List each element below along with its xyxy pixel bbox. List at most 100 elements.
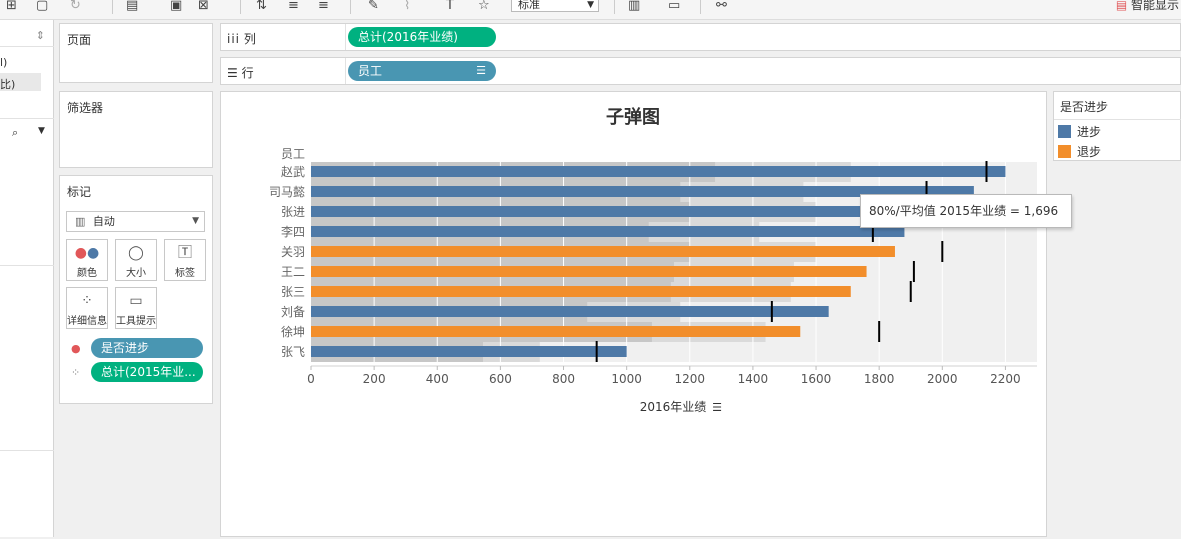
columns-shelf[interactable]: iii 列 总计(2016年业绩) xyxy=(220,23,1181,51)
color-field-pill[interactable]: 是否进步 xyxy=(91,338,203,358)
row-header: 员工 xyxy=(281,147,305,161)
presentation-icon[interactable]: ▭ xyxy=(668,0,680,14)
category-label: 张进 xyxy=(281,205,305,219)
marks-card: 标记 ▥ 自动 ▼ ●● 颜色 ◯ 大小 🅃 标签 ⁘ 详细信息 ▭ 工具提示 … xyxy=(59,175,213,404)
x-tick-label: 1600 xyxy=(801,372,832,386)
x-tick-label: 1000 xyxy=(611,372,642,386)
highlight-icon[interactable]: ✎ xyxy=(368,0,379,14)
tooltip-button-label: 工具提示 xyxy=(116,316,156,327)
star-icon[interactable]: ☆ xyxy=(478,0,490,14)
label-button[interactable]: 🅃 标签 xyxy=(164,239,206,281)
chevron-down-icon[interactable]: ▼ xyxy=(38,126,45,136)
show-me-icon: ▤ xyxy=(1115,0,1128,12)
legend-item-label: 退步 xyxy=(1077,145,1102,159)
duplicate-icon[interactable]: ▣ xyxy=(170,0,182,14)
category-label: 赵武 xyxy=(281,165,305,179)
legend-item-progress[interactable]: 进步 xyxy=(1058,123,1101,140)
mark-type-select[interactable]: ▥ 自动 ▼ xyxy=(66,211,205,232)
datasource-item-label: 比) xyxy=(0,78,16,91)
marks-card-title: 标记 xyxy=(67,185,92,199)
x-tick-label: 0 xyxy=(307,372,315,386)
columns-field-pill[interactable]: 总计(2016年业绩) xyxy=(348,27,496,47)
pane-divider xyxy=(0,265,54,266)
fit-select[interactable]: 标准 ▼ xyxy=(511,0,599,12)
columns-field-label: 总计(2016年业绩) xyxy=(358,30,458,44)
x-tick-label: 400 xyxy=(426,372,449,386)
color-button[interactable]: ●● 颜色 xyxy=(66,239,108,281)
x-tick-label: 1800 xyxy=(864,372,895,386)
legend-item-regress[interactable]: 退步 xyxy=(1058,143,1101,160)
legend-divider xyxy=(1054,119,1181,120)
category-label: 徐坤 xyxy=(281,324,305,339)
filters-card[interactable]: 筛选器 xyxy=(59,91,213,168)
category-label: 关羽 xyxy=(281,245,305,259)
category-label: 司马懿 xyxy=(269,184,305,199)
bar xyxy=(311,226,905,237)
x-tick-label: 200 xyxy=(363,372,386,386)
x-tick-label: 600 xyxy=(489,372,512,386)
show-me-label: 智能显示 xyxy=(1130,0,1179,12)
detail-dots-icon: ⁘ xyxy=(71,366,81,379)
chevron-down-icon: ▼ xyxy=(587,0,594,10)
text-label-icon[interactable]: T xyxy=(446,0,454,14)
mark-type-value: 自动 xyxy=(92,215,115,228)
sort-icon: ☰ xyxy=(712,401,722,414)
rows-field-pill[interactable]: 员工 ☰ xyxy=(348,61,496,81)
toolbar-divider xyxy=(350,0,351,14)
pages-card[interactable]: 页面 xyxy=(59,23,213,83)
shelf-divider xyxy=(345,24,346,50)
category-label: 李四 xyxy=(281,224,305,239)
color-field-label: 是否进步 xyxy=(101,341,150,355)
size-button-label: 大小 xyxy=(126,268,146,279)
category-label: 张飞 xyxy=(281,345,305,359)
pane-divider xyxy=(0,46,54,47)
text-label-icon: 🅃 xyxy=(178,245,192,261)
x-tick-label: 2200 xyxy=(990,372,1021,386)
sort-icon[interactable]: ⇕ xyxy=(36,29,45,42)
share-icon[interactable]: ⚯ xyxy=(716,0,727,14)
swap-icon[interactable]: ⇅ xyxy=(256,0,267,14)
detail-button[interactable]: ⁘ 详细信息 xyxy=(66,287,108,329)
rows-icon: ☰ xyxy=(227,66,238,80)
rows-label-text: 行 xyxy=(241,66,254,80)
legend-swatch xyxy=(1058,125,1071,138)
pin-icon[interactable]: ⌇ xyxy=(404,0,410,14)
toolbar-divider xyxy=(614,0,615,14)
size-circles-icon: ◯ xyxy=(128,245,144,261)
datasource-item[interactable]: l) xyxy=(0,56,7,69)
category-label: 张三 xyxy=(281,285,305,299)
fit-select-value: 标准 xyxy=(518,0,540,11)
x-tick-label: 1200 xyxy=(675,372,706,386)
new-sheet-icon[interactable]: ▢ xyxy=(36,0,48,14)
bar-chart-icon: ▥ xyxy=(75,215,86,228)
pane-divider xyxy=(0,118,54,119)
color-dots-icon: ●● xyxy=(74,245,100,261)
color-button-label: 颜色 xyxy=(77,268,97,279)
sort-desc-icon[interactable]: ≡ xyxy=(318,0,329,14)
bar xyxy=(311,206,927,217)
refresh-icon[interactable]: ↻ xyxy=(70,0,81,14)
columns-shelf-label: iii 列 xyxy=(227,30,256,47)
size-button[interactable]: ◯ 大小 xyxy=(115,239,157,281)
detail-dots-icon: ⁘ xyxy=(81,293,93,309)
bar xyxy=(311,166,1006,177)
data-pane: ⇕ l) 比) ⌕ ▼ xyxy=(0,20,54,537)
detail-field-pill[interactable]: 总计(2015年业... xyxy=(91,362,203,382)
show-me-button[interactable]: ▤ 智能显示 xyxy=(1116,0,1179,13)
rows-shelf[interactable]: ☰ 行 员工 ☰ xyxy=(220,57,1181,85)
search-icon[interactable]: ⌕ xyxy=(12,126,18,140)
columns-icon: iii xyxy=(227,32,241,46)
toolbar-divider xyxy=(240,0,241,14)
sort-asc-icon[interactable]: ≡ xyxy=(288,0,299,14)
tooltip-button[interactable]: ▭ 工具提示 xyxy=(115,287,157,329)
show-cards-icon[interactable]: ▥ xyxy=(628,0,640,14)
datasource-item-selected[interactable]: 比) xyxy=(0,73,41,91)
clear-sheet-icon[interactable]: ⊠ xyxy=(198,0,209,14)
toolbar-divider xyxy=(700,0,701,14)
add-chart-icon[interactable]: ▤ xyxy=(126,0,138,14)
add-datasource-icon[interactable]: ⊞ xyxy=(6,0,17,14)
color-legend: 是否进步 进步 退步 xyxy=(1053,91,1181,161)
bar xyxy=(311,246,895,257)
shelf-divider xyxy=(345,58,346,84)
sort-desc-icon[interactable]: ☰ xyxy=(476,61,486,81)
